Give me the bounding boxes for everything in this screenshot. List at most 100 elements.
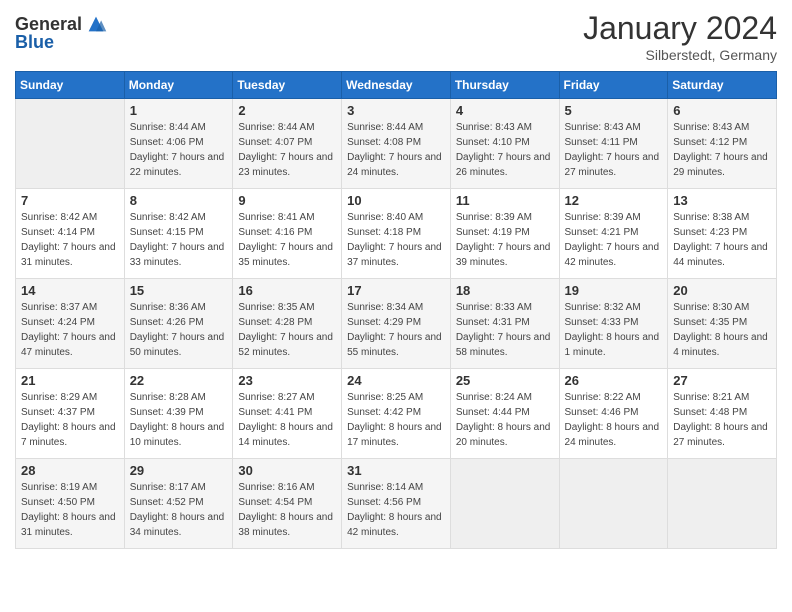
calendar-cell: 3 Sunrise: 8:44 AMSunset: 4:08 PMDaylight… — [342, 99, 451, 189]
day-info: Sunrise: 8:44 AMSunset: 4:08 PMDaylight:… — [347, 122, 442, 178]
calendar-cell: 25 Sunrise: 8:24 AMSunset: 4:44 PMDayligh… — [450, 369, 559, 459]
calendar-cell: 5 Sunrise: 8:43 AMSunset: 4:11 PMDaylight… — [559, 99, 668, 189]
day-info: Sunrise: 8:33 AMSunset: 4:31 PMDaylight:… — [456, 302, 551, 358]
day-info: Sunrise: 8:36 AMSunset: 4:26 PMDaylight:… — [130, 302, 225, 358]
page-header: General Blue January 2024 Silberstedt, G… — [15, 10, 777, 63]
calendar-cell — [450, 459, 559, 549]
day-number: 2 — [238, 103, 336, 118]
logo-icon — [85, 13, 107, 35]
calendar-cell: 26 Sunrise: 8:22 AMSunset: 4:46 PMDayligh… — [559, 369, 668, 459]
calendar-cell: 20 Sunrise: 8:30 AMSunset: 4:35 PMDayligh… — [668, 279, 777, 369]
calendar-cell: 27 Sunrise: 8:21 AMSunset: 4:48 PMDayligh… — [668, 369, 777, 459]
day-number: 25 — [456, 373, 554, 388]
calendar-cell: 2 Sunrise: 8:44 AMSunset: 4:07 PMDaylight… — [233, 99, 342, 189]
header-sunday: Sunday — [16, 72, 125, 99]
day-number: 7 — [21, 193, 119, 208]
day-info: Sunrise: 8:35 AMSunset: 4:28 PMDaylight:… — [238, 302, 333, 358]
header-tuesday: Tuesday — [233, 72, 342, 99]
calendar-cell: 13Sunrise: 8:38 AMSunset: 4:23 PMDayligh… — [668, 189, 777, 279]
location-subtitle: Silberstedt, Germany — [583, 47, 777, 63]
calendar-cell: 17 Sunrise: 8:34 AMSunset: 4:29 PMDayligh… — [342, 279, 451, 369]
calendar-week-1: 7 Sunrise: 8:42 AMSunset: 4:14 PMDaylight… — [16, 189, 777, 279]
day-info: Sunrise: 8:27 AMSunset: 4:41 PMDaylight:… — [238, 392, 333, 448]
day-number: 29 — [130, 463, 228, 478]
day-info: Sunrise: 8:44 AMSunset: 4:07 PMDaylight:… — [238, 122, 333, 178]
day-info: Sunrise: 8:38 AMSunset: 4:23 PMDaylight:… — [673, 212, 768, 268]
day-number: 16 — [238, 283, 336, 298]
day-number: 5 — [565, 103, 663, 118]
day-number: 10 — [347, 193, 445, 208]
day-info: Sunrise: 8:29 AMSunset: 4:37 PMDaylight:… — [21, 392, 116, 448]
day-info: Sunrise: 8:39 AMSunset: 4:21 PMDaylight:… — [565, 212, 660, 268]
day-info: Sunrise: 8:34 AMSunset: 4:29 PMDaylight:… — [347, 302, 442, 358]
header-friday: Friday — [559, 72, 668, 99]
header-wednesday: Wednesday — [342, 72, 451, 99]
day-number: 15 — [130, 283, 228, 298]
calendar-cell: 16 Sunrise: 8:35 AMSunset: 4:28 PMDayligh… — [233, 279, 342, 369]
day-info: Sunrise: 8:43 AMSunset: 4:12 PMDaylight:… — [673, 122, 768, 178]
calendar-week-4: 28 Sunrise: 8:19 AMSunset: 4:50 PMDayligh… — [16, 459, 777, 549]
day-number: 14 — [21, 283, 119, 298]
day-number: 22 — [130, 373, 228, 388]
day-info: Sunrise: 8:19 AMSunset: 4:50 PMDaylight:… — [21, 482, 116, 538]
day-number: 17 — [347, 283, 445, 298]
calendar-cell: 4Sunrise: 8:43 AMSunset: 4:10 PMDaylight… — [450, 99, 559, 189]
calendar-cell: 11Sunrise: 8:39 AMSunset: 4:19 PMDayligh… — [450, 189, 559, 279]
calendar-cell: 31 Sunrise: 8:14 AMSunset: 4:56 PMDayligh… — [342, 459, 451, 549]
calendar-cell: 28 Sunrise: 8:19 AMSunset: 4:50 PMDayligh… — [16, 459, 125, 549]
calendar-cell: 10 Sunrise: 8:40 AMSunset: 4:18 PMDayligh… — [342, 189, 451, 279]
day-info: Sunrise: 8:40 AMSunset: 4:18 PMDaylight:… — [347, 212, 442, 268]
header-monday: Monday — [124, 72, 233, 99]
day-number: 4 — [456, 103, 554, 118]
day-info: Sunrise: 8:30 AMSunset: 4:35 PMDaylight:… — [673, 302, 768, 358]
calendar-cell: 19 Sunrise: 8:32 AMSunset: 4:33 PMDayligh… — [559, 279, 668, 369]
calendar-cell: 24Sunrise: 8:25 AMSunset: 4:42 PMDayligh… — [342, 369, 451, 459]
day-info: Sunrise: 8:39 AMSunset: 4:19 PMDaylight:… — [456, 212, 551, 268]
day-number: 18 — [456, 283, 554, 298]
day-info: Sunrise: 8:28 AMSunset: 4:39 PMDaylight:… — [130, 392, 225, 448]
day-number: 30 — [238, 463, 336, 478]
day-number: 26 — [565, 373, 663, 388]
day-number: 19 — [565, 283, 663, 298]
day-info: Sunrise: 8:17 AMSunset: 4:52 PMDaylight:… — [130, 482, 225, 538]
month-year-title: January 2024 — [583, 10, 777, 47]
day-number: 1 — [130, 103, 228, 118]
calendar-cell: 21Sunrise: 8:29 AMSunset: 4:37 PMDayligh… — [16, 369, 125, 459]
day-number: 12 — [565, 193, 663, 208]
day-info: Sunrise: 8:24 AMSunset: 4:44 PMDaylight:… — [456, 392, 551, 448]
calendar-cell: 15 Sunrise: 8:36 AMSunset: 4:26 PMDayligh… — [124, 279, 233, 369]
calendar-cell — [668, 459, 777, 549]
calendar-cell: 7 Sunrise: 8:42 AMSunset: 4:14 PMDaylight… — [16, 189, 125, 279]
calendar-cell: 22 Sunrise: 8:28 AMSunset: 4:39 PMDayligh… — [124, 369, 233, 459]
day-number: 27 — [673, 373, 771, 388]
day-info: Sunrise: 8:42 AMSunset: 4:15 PMDaylight:… — [130, 212, 225, 268]
day-info: Sunrise: 8:22 AMSunset: 4:46 PMDaylight:… — [565, 392, 660, 448]
day-info: Sunrise: 8:42 AMSunset: 4:14 PMDaylight:… — [21, 212, 116, 268]
calendar-cell — [16, 99, 125, 189]
day-number: 31 — [347, 463, 445, 478]
calendar-cell: 1 Sunrise: 8:44 AMSunset: 4:06 PMDaylight… — [124, 99, 233, 189]
day-info: Sunrise: 8:14 AMSunset: 4:56 PMDaylight:… — [347, 482, 442, 538]
day-number: 20 — [673, 283, 771, 298]
day-number: 28 — [21, 463, 119, 478]
day-info: Sunrise: 8:16 AMSunset: 4:54 PMDaylight:… — [238, 482, 333, 538]
day-number: 3 — [347, 103, 445, 118]
calendar-cell: 14 Sunrise: 8:37 AMSunset: 4:24 PMDayligh… — [16, 279, 125, 369]
day-number: 8 — [130, 193, 228, 208]
logo-general-text: General — [15, 15, 82, 33]
calendar-cell: 29 Sunrise: 8:17 AMSunset: 4:52 PMDayligh… — [124, 459, 233, 549]
day-info: Sunrise: 8:43 AMSunset: 4:11 PMDaylight:… — [565, 122, 660, 178]
calendar-cell: 8 Sunrise: 8:42 AMSunset: 4:15 PMDaylight… — [124, 189, 233, 279]
day-info: Sunrise: 8:37 AMSunset: 4:24 PMDaylight:… — [21, 302, 116, 358]
calendar-week-2: 14 Sunrise: 8:37 AMSunset: 4:24 PMDayligh… — [16, 279, 777, 369]
day-number: 6 — [673, 103, 771, 118]
header-thursday: Thursday — [450, 72, 559, 99]
day-info: Sunrise: 8:44 AMSunset: 4:06 PMDaylight:… — [130, 122, 225, 178]
calendar-cell — [559, 459, 668, 549]
day-number: 23 — [238, 373, 336, 388]
calendar-week-0: 1 Sunrise: 8:44 AMSunset: 4:06 PMDaylight… — [16, 99, 777, 189]
calendar-cell: 9Sunrise: 8:41 AMSunset: 4:16 PMDaylight… — [233, 189, 342, 279]
day-info: Sunrise: 8:32 AMSunset: 4:33 PMDaylight:… — [565, 302, 660, 358]
header-saturday: Saturday — [668, 72, 777, 99]
day-info: Sunrise: 8:21 AMSunset: 4:48 PMDaylight:… — [673, 392, 768, 448]
